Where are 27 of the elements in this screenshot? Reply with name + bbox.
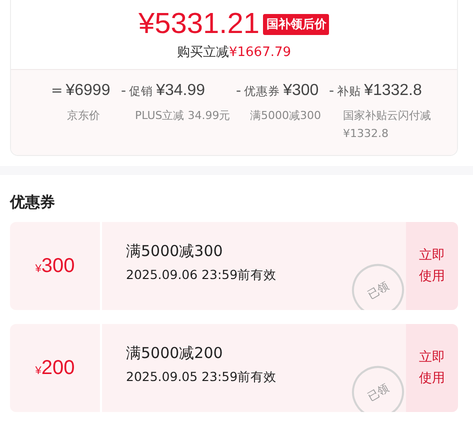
- coupon-amount: ¥300: [35, 254, 75, 278]
- item-note: 国家补贴云闪付减¥1332.8: [342, 108, 432, 142]
- coupon-validity: 2025.09.05 23:59前有效: [126, 369, 278, 386]
- item-label: 补贴: [337, 84, 362, 99]
- item-note: 满5000减300: [249, 108, 322, 124]
- final-price: ¥5331.21: [138, 7, 260, 42]
- item-value: ¥6999: [66, 82, 110, 100]
- item-value: ¥1332.8: [364, 82, 422, 100]
- item-value: ¥34.99: [156, 82, 205, 100]
- item-label: 优惠券: [244, 84, 280, 99]
- operator-sign: =: [51, 83, 63, 99]
- coupon-validity: 2025.09.06 23:59前有效: [126, 267, 278, 284]
- coupon-amount: ¥200: [35, 356, 75, 380]
- operator-sign: -: [329, 83, 334, 99]
- use-now-button[interactable]: 立即使用: [406, 324, 458, 412]
- operator-sign: -: [236, 83, 242, 99]
- item-value: ¥300: [283, 82, 319, 100]
- item-note: PLUS立减 34.99元: [134, 108, 232, 124]
- use-now-button[interactable]: 立即使用: [406, 222, 458, 310]
- saving-text: 购买立减¥1667.79: [176, 44, 292, 61]
- coupon-condition: 满5000减300: [126, 242, 224, 261]
- section-title: 优惠券: [10, 193, 56, 212]
- price-tag: 国补领后价: [263, 14, 330, 34]
- item-note: 京东价: [66, 108, 101, 124]
- operator-sign: -: [121, 83, 126, 99]
- coupon-condition: 满5000减200: [126, 344, 224, 363]
- item-label: 促销: [129, 84, 154, 99]
